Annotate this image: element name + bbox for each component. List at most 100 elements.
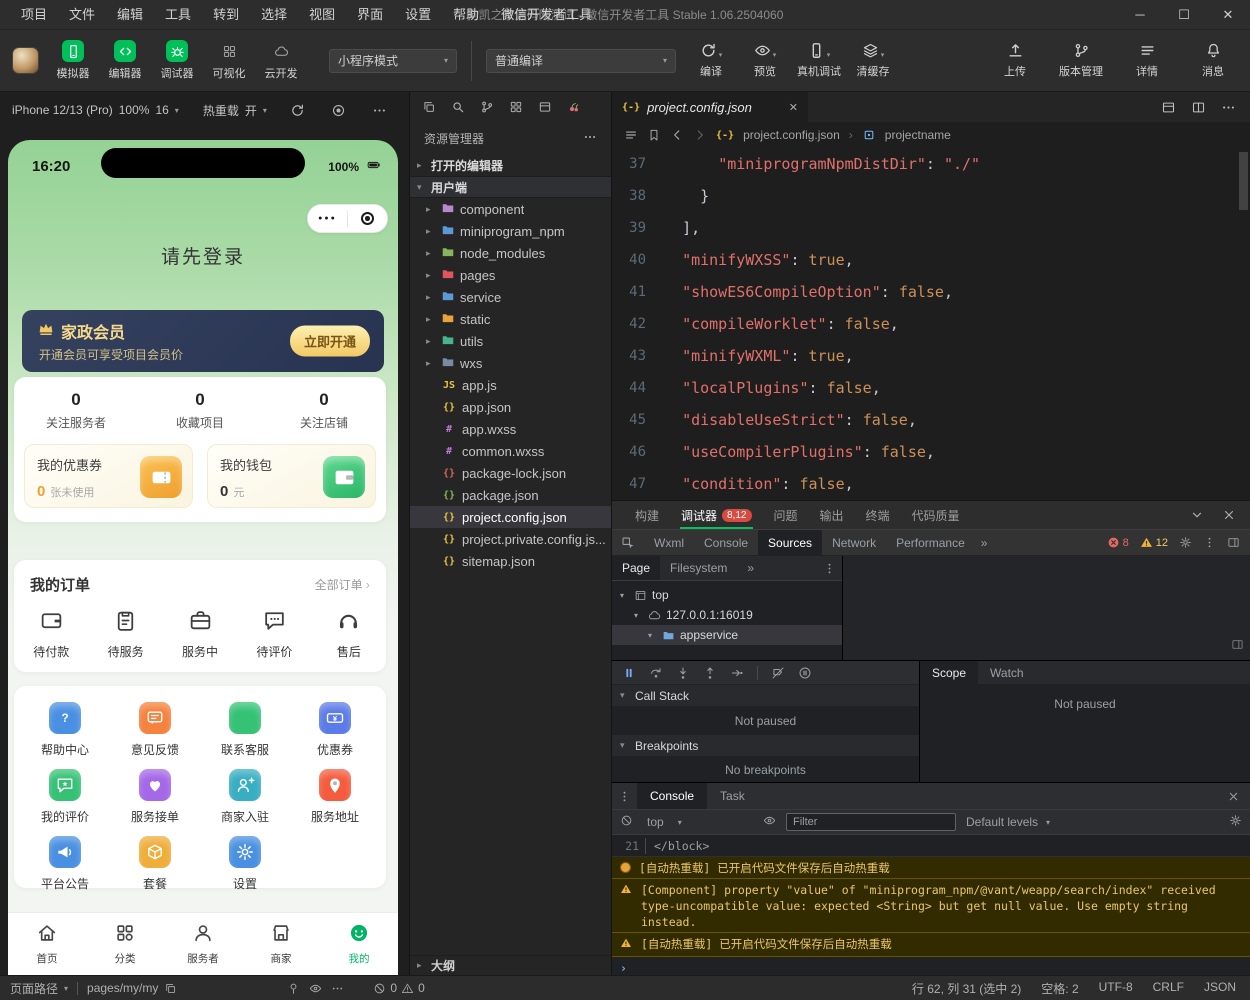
grid-button[interactable]: 可视化 [205,40,253,81]
more-icon[interactable] [331,982,344,995]
order-status-item[interactable]: 待付款 [14,608,88,660]
tree-file-app.js[interactable]: JS app.js [410,374,611,396]
console-filter-input[interactable] [786,813,956,831]
section-open-editors[interactable]: ▸ 打开的编辑器 [410,154,611,176]
console-warning-row[interactable]: [自动热重载] 已开启代码文件保存后自动热重载 [612,933,1250,957]
code-area[interactable]: 37 "miniprogramNpmDistDir": "./" 38 } 39… [612,148,1250,500]
console-log-row[interactable]: 21 </block> [612,835,1250,858]
tabbar-item-category[interactable]: 分类 [86,922,164,966]
refresh-icon[interactable] [290,103,305,118]
panel-tab-3[interactable]: 输出 [809,501,855,529]
order-status-item[interactable]: 售后 [312,608,386,660]
order-status-item[interactable]: 待评价 [237,608,311,660]
code-line-43[interactable]: 43 "minifyWXML": true, [612,340,1250,372]
section-outline[interactable]: ▸ 大纲 [410,955,611,975]
code-line-41[interactable]: 41 "showES6CompileOption": false, [612,276,1250,308]
mode-select[interactable]: 小程序模式 ▾ [329,48,457,73]
device-selector[interactable]: iPhone 12/13 (Pro) 100% 16 ▾ [12,103,179,117]
service-item[interactable]: 意见反馈 [110,702,200,758]
menu-item-10[interactable]: 微信开发者工具 [490,0,603,30]
inspect-element-icon[interactable] [612,530,644,555]
page-path-menu[interactable]: 页面路径 ▾ [10,980,68,997]
scope-tab-scope[interactable]: Scope [920,661,979,684]
sources-node-127.0.0.1:16019[interactable]: ▾ 127.0.0.1:16019 [612,605,842,625]
step-into-icon[interactable] [676,666,690,680]
tabbar-item-person[interactable]: 服务者 [164,922,242,966]
close-tab-icon[interactable]: ✕ [789,101,798,114]
tabbar-item-smiley[interactable]: 我的 [320,922,398,966]
tree-file-package.json[interactable]: {} package.json [410,484,611,506]
devtools-tab-wxml[interactable]: Wxml [644,530,694,555]
menu-item-4[interactable]: 转到 [202,0,250,30]
panel-tab-0[interactable]: 构建 [624,501,670,529]
deactivate-breakpoints-icon[interactable] [771,666,785,680]
service-item[interactable]: 平台公告 [20,836,110,892]
tree-file-app.json[interactable]: {} app.json [410,396,611,418]
console-prompt[interactable]: › [612,957,1250,975]
panel-layout-icon[interactable] [1161,100,1176,115]
phone-button[interactable]: 模拟器 [49,40,97,81]
console-tab-task[interactable]: Task [707,783,758,809]
console-tab-console[interactable]: Console [637,783,708,809]
stat-item[interactable]: 0 收藏项目 [138,390,262,431]
hot-reload-toggle[interactable]: 热重载 开 ▾ [203,102,267,119]
tree-file-project.private.config.js...[interactable]: {} project.private.config.js... [410,528,611,550]
tabbar-item-home[interactable]: 首页 [8,922,86,966]
service-item[interactable]: 套餐 [110,836,200,892]
maximize-button[interactable]: ☐ [1162,0,1206,30]
branch-button[interactable]: 版本管理 [1056,42,1106,79]
code-line-37[interactable]: 37 "miniprogramNpmDistDir": "./" [612,148,1250,180]
dock-side-icon[interactable] [1227,536,1240,549]
more-tabs-icon[interactable]: » [975,530,994,555]
menu-item-1[interactable]: 文件 [58,0,106,30]
code-line-45[interactable]: 45 "disableUseStrict": false, [612,404,1250,436]
tree-folder-utils[interactable]: ▸ utils [410,330,611,352]
tree-folder-static[interactable]: ▸ static [410,308,611,330]
extensions-icon[interactable] [509,100,523,114]
stat-item[interactable]: 0 关注店铺 [262,390,386,431]
more-actions-icon[interactable] [1221,100,1236,115]
service-item[interactable]: 商家入驻 [200,769,290,825]
tree-folder-node_modules[interactable]: ▸ node_modules [410,242,611,264]
asset-card[interactable]: 我的优惠券 0 张未使用 [24,444,193,508]
devtools-menu-icon[interactable] [1203,536,1216,549]
collapse-panel-icon[interactable] [1190,508,1204,522]
menu-item-8[interactable]: 设置 [394,0,442,30]
more-tabs-icon[interactable]: » [737,556,764,580]
lines-button[interactable]: 详情 [1122,42,1172,79]
breadcrumb-file[interactable]: project.config.json [743,128,840,142]
page-path[interactable]: pages/my/my [87,981,177,995]
menu-item-3[interactable]: 工具 [154,0,202,30]
eye-icon[interactable] [309,982,322,995]
tree-file-package-lock.json[interactable]: {} package-lock.json [410,462,611,484]
user-avatar[interactable] [12,47,39,74]
service-item[interactable]: 设置 [200,836,290,892]
stat-item[interactable]: 0 关注服务者 [14,390,138,431]
cursor-position[interactable]: 行 62, 列 31 (选中 2) [912,980,1021,997]
service-item[interactable]: 服务接单 [110,769,200,825]
tree-file-sitemap.json[interactable]: {} sitemap.json [410,550,611,572]
bell-button[interactable]: 消息 [1188,42,1238,79]
code-line-47[interactable]: 47 "condition": false, [612,468,1250,500]
service-item[interactable]: 联系客服 [200,702,290,758]
menu-item-5[interactable]: 选择 [250,0,298,30]
panel-tab-5[interactable]: 代码质量 [901,501,971,529]
all-orders-link[interactable]: 全部订单 › [315,576,370,593]
panel-icon[interactable] [538,100,552,114]
tree-folder-component[interactable]: ▸ component [410,198,611,220]
tree-file-app.wxss[interactable]: # app.wxss [410,418,611,440]
kebab-menu-icon[interactable] [612,783,637,809]
tree-folder-service[interactable]: ▸ service [410,286,611,308]
vip-activate-button[interactable]: 立即开通 [289,325,370,357]
service-item[interactable]: 服务地址 [290,769,380,825]
menu-item-9[interactable]: 帮助 [442,0,490,30]
sources-menu-icon[interactable] [817,556,842,580]
console-warning-row[interactable]: [自动热重载] 已开启代码文件保存后自动热重载 [612,857,1250,880]
more-actions-icon[interactable] [583,130,597,147]
split-editor-icon[interactable] [1191,100,1206,115]
capsule-menu-icon[interactable]: ●●● [308,215,347,222]
compile-action-button[interactable]: ▾ 编译 [686,42,736,79]
copy-icon[interactable] [164,982,177,995]
code-line-39[interactable]: 39 ], [612,212,1250,244]
eye-action-button[interactable]: ▾ 预览 [740,42,790,79]
